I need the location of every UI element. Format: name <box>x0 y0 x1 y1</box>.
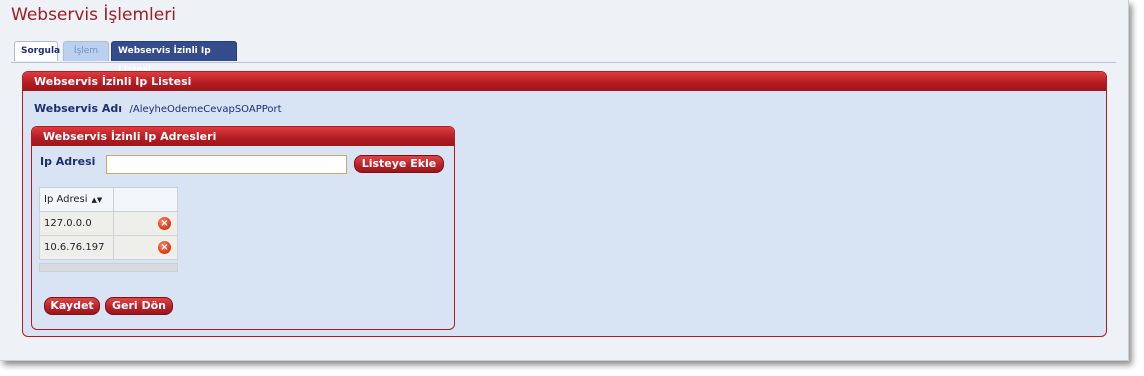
table-row: 10.6.76.197 × <box>39 235 178 260</box>
table-footer <box>39 263 178 272</box>
sort-icon: ▲▼ <box>91 196 103 204</box>
tab-webservis-izinli-ip-listesi[interactable]: Webservis İzinli Ip Listesi <box>111 41 237 75</box>
page-title: Webservis İşlemleri <box>11 5 176 25</box>
ip-address-label: Ip Adresi <box>40 155 96 168</box>
service-name-value: /AleyheOdemeCevapSOAPPort <box>129 104 282 115</box>
app-frame: Webservis İşlemleri Sorgula İşlem Webser… <box>0 0 1129 361</box>
add-to-list-button[interactable]: Listeye Ekle <box>354 155 444 173</box>
action-cell: × <box>113 235 178 260</box>
save-button[interactable]: Kaydet <box>44 297 100 315</box>
tab-sorgula[interactable]: Sorgula <box>14 41 60 61</box>
ip-addresses-panel-header: Webservis İzinli Ip Adresleri <box>32 127 454 146</box>
action-column-header <box>113 187 178 212</box>
tab-islem[interactable]: İşlem <box>63 41 109 61</box>
ip-column-label: Ip Adresi <box>44 194 88 205</box>
service-name-label: Webservis Adı <box>34 102 122 115</box>
ip-cell: 10.6.76.197 <box>39 235 114 260</box>
table-header-row: Ip Adresi ▲▼ <box>39 187 178 212</box>
ip-cell: 127.0.0.0 <box>39 211 114 236</box>
ip-list-panel-header: Webservis İzinli Ip Listesi <box>23 72 1106 91</box>
ip-addresses-panel: Webservis İzinli Ip Adresleri Ip Adresi … <box>31 126 455 330</box>
service-name-row: Webservis Adı /AleyheOdemeCevapSOAPPort <box>34 102 282 115</box>
action-cell: × <box>113 211 178 236</box>
ip-table: Ip Adresi ▲▼ 127.0.0.0 × 10.6.76.197 × <box>39 187 178 260</box>
table-row: 127.0.0.0 × <box>39 211 178 236</box>
ip-column-header[interactable]: Ip Adresi ▲▼ <box>39 187 114 212</box>
delete-icon[interactable]: × <box>158 217 171 230</box>
ip-address-input[interactable] <box>106 155 347 174</box>
delete-icon[interactable]: × <box>158 241 171 254</box>
tab-strip: Sorgula İşlem Webservis İzinli Ip Listes… <box>11 41 1116 75</box>
back-button[interactable]: Geri Dön <box>105 297 173 315</box>
ip-list-panel: Webservis İzinli Ip Listesi Webservis Ad… <box>22 71 1107 337</box>
